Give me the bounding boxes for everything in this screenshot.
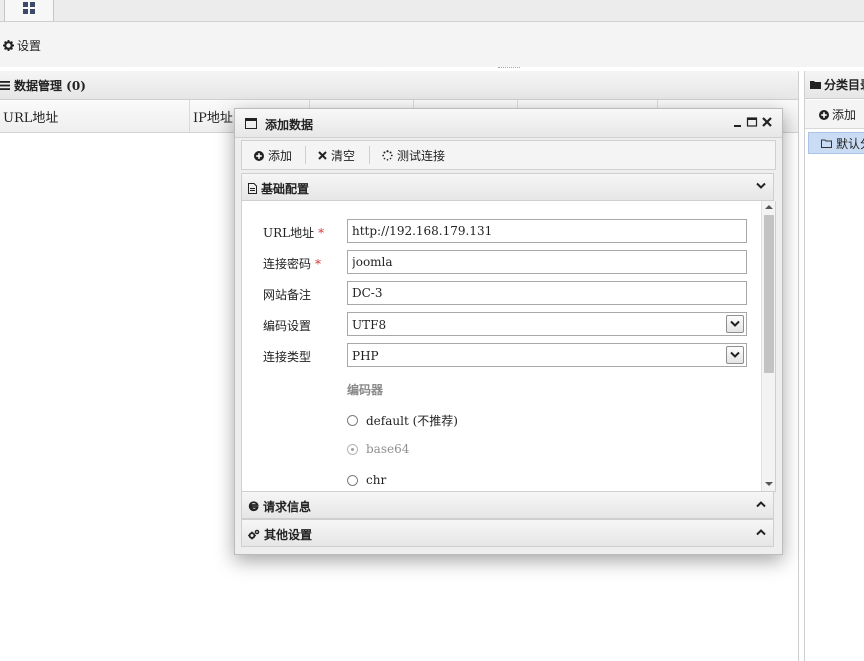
encoding-select[interactable]: UTF8 xyxy=(347,312,747,336)
encoder-option-label: base64 xyxy=(366,442,410,456)
column-header-url[interactable]: URL地址 xyxy=(0,100,190,132)
scroll-down-icon[interactable] xyxy=(765,481,773,487)
add-button[interactable]: 添加 xyxy=(254,147,292,164)
encoder-option-default[interactable]: default (不推荐) xyxy=(347,412,458,429)
scrollbar-thumb[interactable] xyxy=(764,215,774,373)
encoding-select-value: UTF8 xyxy=(352,318,387,332)
chevron-down-icon xyxy=(730,320,740,327)
basic-config-form: URL地址* 连接密码* 网站备注 编码设置 UTF8 连接类型 PHP 编码器… xyxy=(241,201,776,492)
folder-open-icon xyxy=(821,139,832,148)
chevron-down-icon xyxy=(730,351,740,358)
connection-type-value: PHP xyxy=(352,349,379,363)
list-icon xyxy=(0,80,10,90)
radio-button[interactable] xyxy=(347,415,358,426)
dialog-toolbar: 添加 清空 测试连接 xyxy=(241,140,776,170)
home-tab[interactable] xyxy=(4,0,54,21)
category-item-default[interactable]: 默认分类 xyxy=(808,132,864,154)
chevron-down-icon xyxy=(756,182,766,189)
request-info-label: 请求信息 xyxy=(263,500,312,514)
data-panel-title: 数据管理 (0) xyxy=(0,77,86,94)
add-category-label: 添加 xyxy=(832,108,857,122)
encoder-option-label: default (不推荐) xyxy=(366,414,458,428)
toolbar-divider xyxy=(305,146,306,164)
grid-icon xyxy=(23,2,35,14)
encoder-option-chr[interactable]: chr xyxy=(347,473,386,487)
required-mark: * xyxy=(315,257,322,271)
category-panel-title: 分类目录 xyxy=(824,78,864,92)
ie-browser-icon xyxy=(248,501,259,512)
dialog-title: 添加数据 xyxy=(265,118,314,132)
minimize-icon[interactable] xyxy=(731,115,745,129)
top-tab-strip xyxy=(0,0,864,22)
plus-circle-icon xyxy=(819,109,829,120)
add-data-dialog: 添加数据 添加 清空 测试连接 基础配置 URL地址* 连接密码* xyxy=(234,108,783,555)
maximize-icon[interactable] xyxy=(745,115,759,129)
other-settings-label: 其他设置 xyxy=(264,528,313,542)
clear-button-label: 清空 xyxy=(331,149,356,163)
add-category-button[interactable]: 添加 xyxy=(819,106,856,123)
settings-button[interactable]: 设置 xyxy=(3,38,42,53)
add-button-label: 添加 xyxy=(268,149,293,163)
category-panel: 分类目录 添加 默认分类 xyxy=(804,71,864,661)
other-settings-title: 其他设置 xyxy=(248,526,312,543)
basic-config-label: 基础配置 xyxy=(261,182,310,196)
main-toolbar xyxy=(0,22,864,67)
note-field-label: 网站备注 xyxy=(263,288,312,302)
type-field-label: 连接类型 xyxy=(263,350,312,364)
form-scrollbar[interactable] xyxy=(761,201,775,491)
settings-label: 设置 xyxy=(17,38,42,53)
radio-button[interactable] xyxy=(347,474,358,486)
basic-config-title: 基础配置 xyxy=(248,180,309,197)
gear-icon xyxy=(3,39,14,51)
folder-icon xyxy=(810,81,821,89)
data-panel-header: 数据管理 (0) xyxy=(0,71,798,100)
close-icon[interactable] xyxy=(760,115,774,129)
test-connection-label: 测试连接 xyxy=(397,149,446,163)
select-arrow xyxy=(726,346,744,364)
basic-config-header[interactable]: 基础配置 xyxy=(241,173,774,201)
chevron-up-icon xyxy=(756,529,766,536)
url-field-label: URL地址 * xyxy=(263,226,325,240)
toolbar-divider xyxy=(369,146,370,164)
encoding-field-label: 编码设置 xyxy=(263,319,312,333)
password-field-label: 连接密码 * xyxy=(263,257,322,271)
note-input[interactable] xyxy=(347,281,747,305)
x-icon xyxy=(318,151,327,160)
select-arrow xyxy=(726,315,744,333)
data-panel-title-text: 数据管理 (0) xyxy=(14,78,86,93)
required-mark: * xyxy=(318,226,325,240)
file-text-icon xyxy=(248,183,257,194)
request-info-header[interactable]: 请求信息 xyxy=(241,491,774,519)
encoder-option-base64[interactable]: base64 xyxy=(347,442,409,456)
scroll-up-icon[interactable] xyxy=(765,204,773,210)
request-info-title: 请求信息 xyxy=(248,498,311,515)
test-connection-button[interactable]: 测试连接 xyxy=(382,147,445,164)
category-item-label: 默认分类 xyxy=(836,136,864,151)
category-panel-header: 分类目录 xyxy=(805,71,864,99)
other-settings-header[interactable]: 其他设置 xyxy=(241,519,774,547)
plus-circle-icon xyxy=(254,150,264,161)
encoder-section-title: 编码器 xyxy=(347,383,384,397)
category-toolbar: 添加 xyxy=(805,100,864,129)
window-icon xyxy=(245,118,257,129)
password-input[interactable] xyxy=(347,250,747,274)
spinner-icon xyxy=(382,150,393,161)
connection-type-select[interactable]: PHP xyxy=(347,343,747,367)
gears-icon xyxy=(248,529,260,540)
chevron-up-icon xyxy=(756,501,766,508)
clear-button[interactable]: 清空 xyxy=(318,147,355,164)
radio-button[interactable] xyxy=(347,443,358,455)
dialog-titlebar[interactable]: 添加数据 xyxy=(235,109,782,138)
url-input[interactable] xyxy=(347,219,747,243)
encoder-option-label: chr xyxy=(366,473,387,487)
